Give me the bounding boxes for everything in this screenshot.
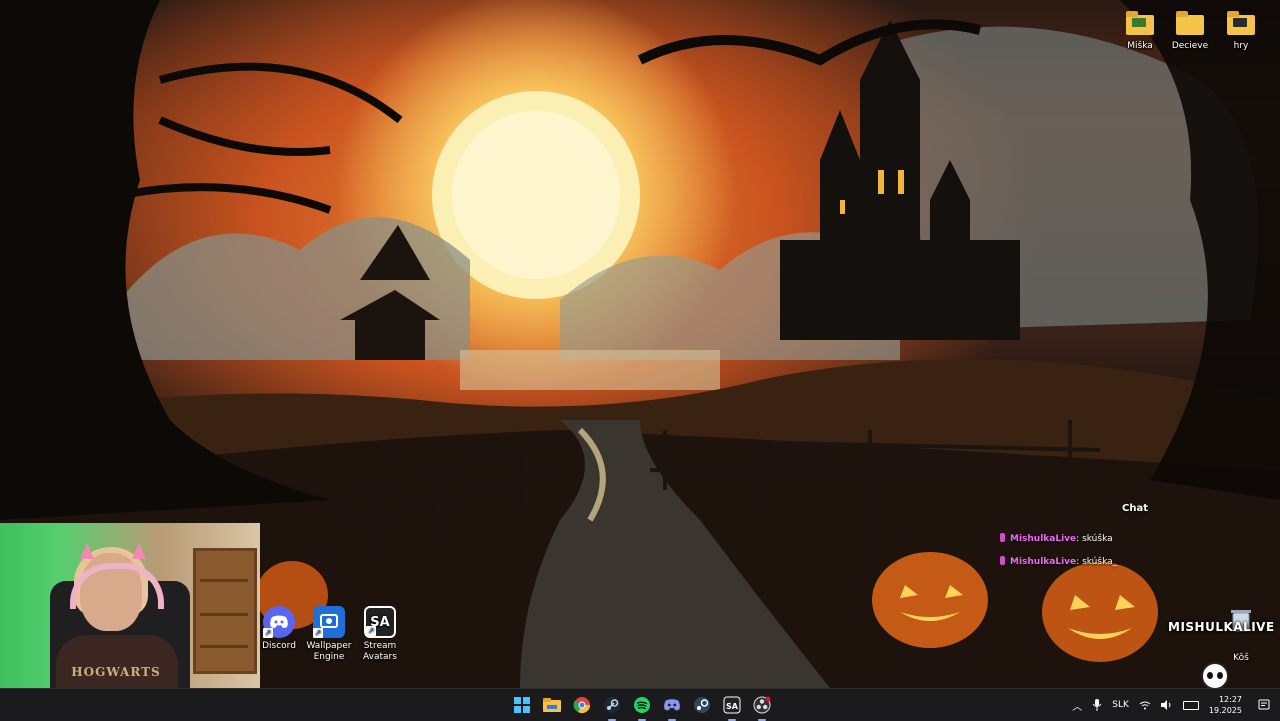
battery-icon[interactable] xyxy=(1182,700,1199,710)
desktop-icon-decieve[interactable]: Decieve xyxy=(1161,6,1219,52)
desktop-icon-label: Miška xyxy=(1127,41,1153,51)
svg-text:SA: SA xyxy=(726,702,739,711)
sweater-text: HOGWARTS xyxy=(71,665,161,679)
desktop-icon-label: Discord xyxy=(262,641,296,651)
clock-date: 19.2025 xyxy=(1208,706,1242,715)
obs-icon xyxy=(753,696,771,714)
chat-text: skúška xyxy=(1082,534,1113,544)
chevron-up-icon[interactable]: ︿ xyxy=(1072,698,1082,713)
taskbar-apps: SA xyxy=(510,689,774,721)
start-icon xyxy=(514,697,530,713)
desktop-icon-hry[interactable]: hry xyxy=(1212,6,1270,52)
discord-icon xyxy=(664,699,680,711)
taskbar-discord[interactable] xyxy=(660,693,684,721)
desktop-icon-wallpaper-engine[interactable]: ↗ Wallpaper Engine xyxy=(300,606,358,663)
spotify-icon xyxy=(634,697,650,713)
panda-avatar-icon xyxy=(1201,662,1229,690)
system-tray: ︿ SLK 12:27 19.2025 xyxy=(1062,689,1280,721)
stream-avatars-icon: SA ↗ xyxy=(364,606,396,638)
chat-badge-icon xyxy=(1000,556,1005,565)
steam-icon-2 xyxy=(694,697,710,713)
volume-icon[interactable] xyxy=(1160,700,1173,710)
file-explorer-icon xyxy=(543,698,561,712)
taskbar-chrome[interactable] xyxy=(570,693,594,717)
clock-time: 12:27 xyxy=(1218,695,1242,704)
language-indicator[interactable]: SLK xyxy=(1112,700,1129,710)
chat-message: MishulkaLive: skúška_ xyxy=(1000,556,1117,567)
desktop-icon-stream-avatars[interactable]: SA ↗ Stream Avatars xyxy=(351,606,409,663)
taskbar: SA ︿ SLK 12:27 19.2025 xyxy=(0,688,1280,721)
chat-username: MishulkaLive xyxy=(1010,557,1077,567)
taskbar-obs[interactable] xyxy=(750,693,774,721)
taskbar-steam[interactable] xyxy=(600,693,624,721)
notification-icon[interactable] xyxy=(1258,699,1270,711)
desktop-icon-label: Decieve xyxy=(1171,41,1209,51)
stream-avatars-icon: SA xyxy=(723,696,741,714)
folder-icon xyxy=(1174,6,1206,38)
taskbar-file-explorer[interactable] xyxy=(540,693,564,717)
chrome-icon xyxy=(573,697,591,714)
folder-icon xyxy=(1124,6,1156,38)
chat-title: Chat xyxy=(1122,503,1148,514)
wallpaper-engine-icon: ↗ xyxy=(313,606,345,638)
discord-icon: ↗ xyxy=(263,606,295,638)
steam-icon xyxy=(604,697,620,713)
desktop-icon-label: Kôš xyxy=(1233,653,1249,663)
desktop-icon-label: Wallpaper Engine xyxy=(306,641,352,662)
microphone-icon[interactable] xyxy=(1092,699,1102,711)
chat-badge-icon xyxy=(1000,533,1005,542)
desktop-icon-label: hry xyxy=(1233,41,1249,51)
wifi-icon[interactable] xyxy=(1139,700,1151,710)
bookshelf xyxy=(193,548,257,674)
stream-overlay-name: MISHULKALIVE xyxy=(1168,620,1275,634)
taskbar-stream-avatars[interactable]: SA xyxy=(720,693,744,721)
taskbar-steam-2[interactable] xyxy=(690,693,714,717)
chat-text: skúška_ xyxy=(1082,557,1118,567)
desktop-icon-label: Stream Avatars xyxy=(363,641,397,662)
clock[interactable]: 12:27 19.2025 xyxy=(1209,694,1242,716)
taskbar-spotify[interactable] xyxy=(630,693,654,721)
chat-username: MishulkaLive xyxy=(1010,534,1077,544)
folder-icon xyxy=(1225,6,1257,38)
chat-message: MishulkaLive: skúška xyxy=(1000,533,1113,544)
start-button[interactable] xyxy=(510,693,534,717)
